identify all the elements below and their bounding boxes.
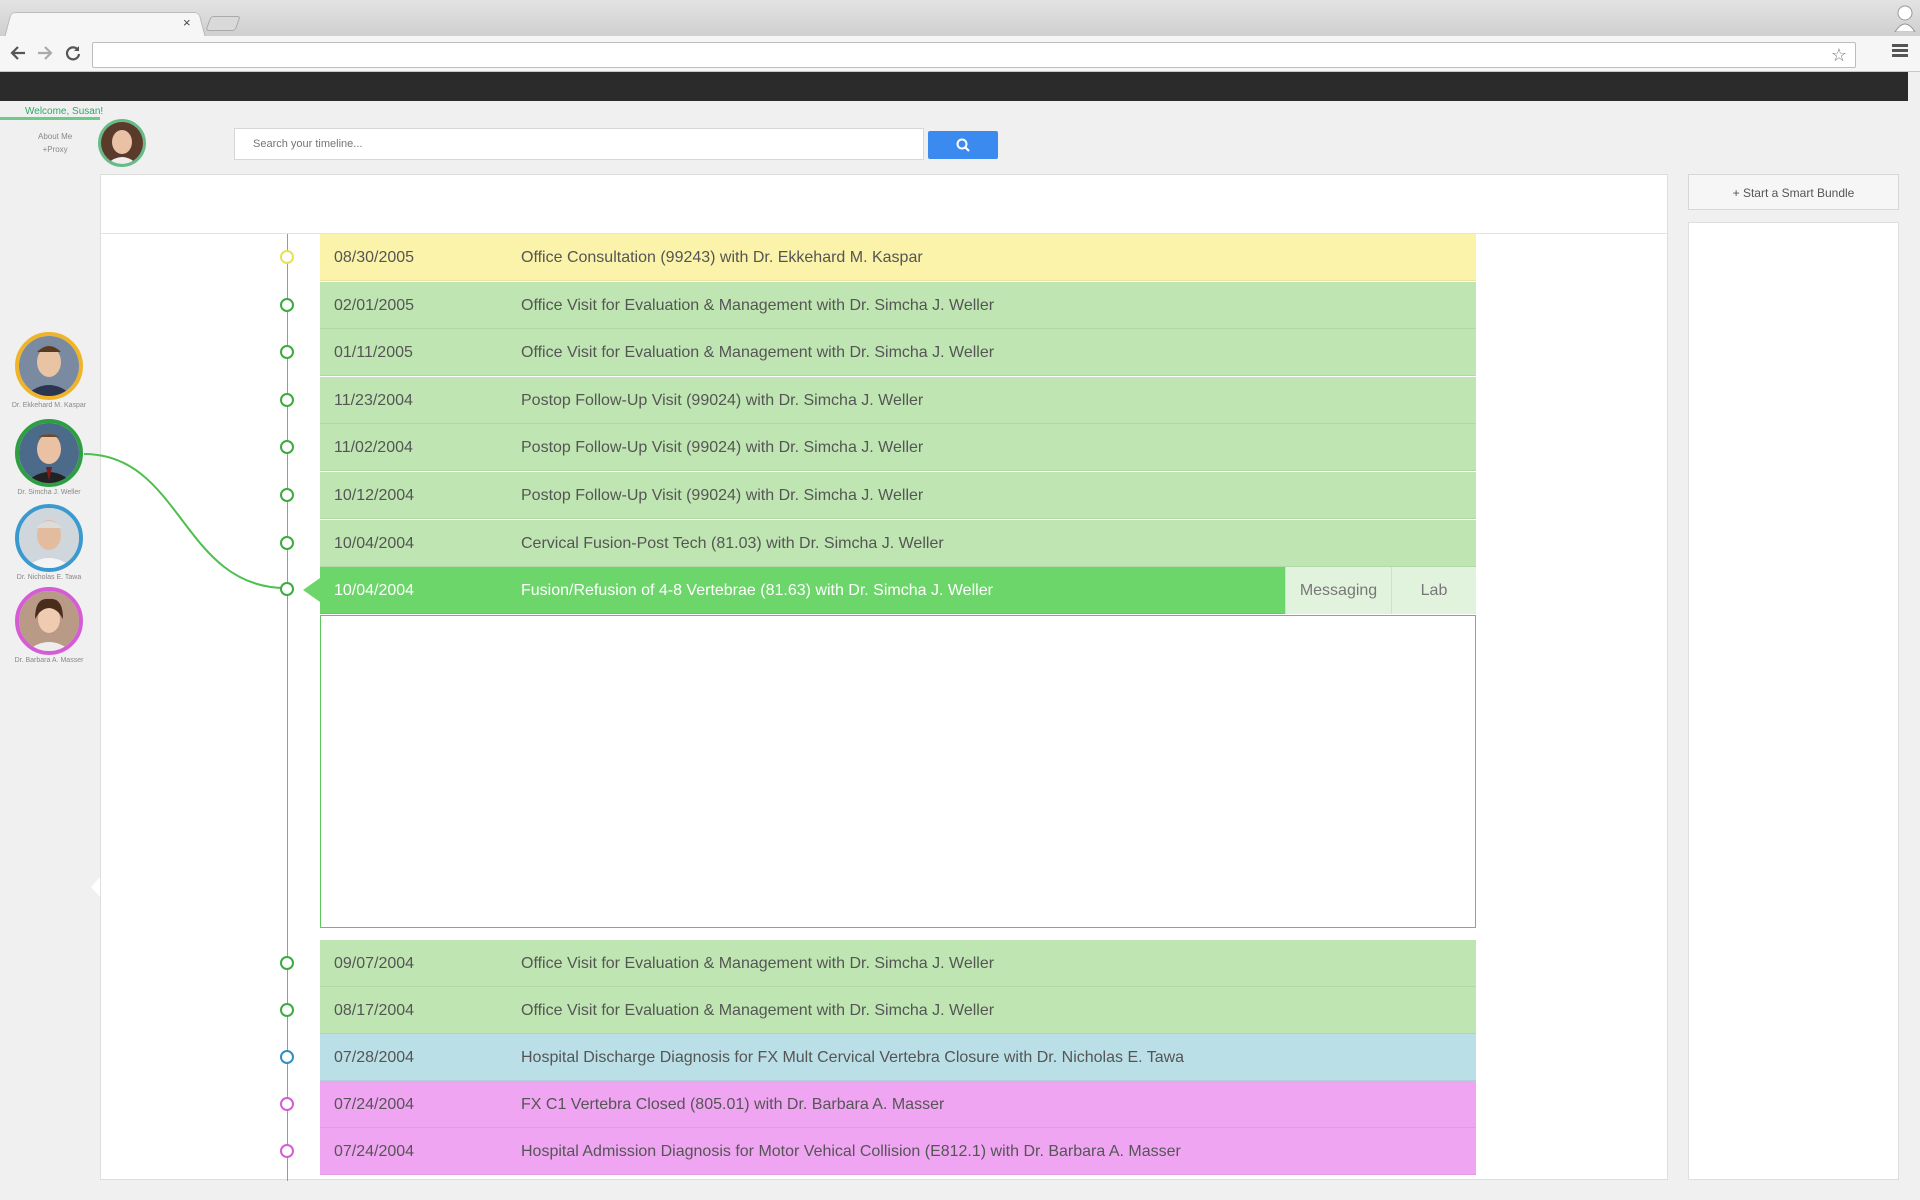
- forward-icon[interactable]: [35, 44, 55, 64]
- start-smart-bundle-button[interactable]: + Start a Smart Bundle: [1688, 174, 1899, 210]
- entry-description: Hospital Discharge Diagnosis for FX Mult…: [521, 1049, 1185, 1066]
- entry-description: Cervical Fusion-Post Tech (81.03) with D…: [521, 534, 944, 552]
- timeline-entry-active[interactable]: 10/04/2004 Fusion/Refusion of 4-8 Verteb…: [320, 567, 1476, 614]
- lab-tab[interactable]: Lab: [1391, 567, 1476, 614]
- entry-description: Postop Follow-Up Visit (99024) with Dr. …: [521, 439, 924, 457]
- entry-description: Office Consultation (99243) with Dr. Ekk…: [521, 249, 923, 266]
- entry-description: Postop Follow-Up Visit (99024) with Dr. …: [521, 391, 924, 409]
- welcome-underline: [0, 117, 100, 120]
- browser-toolbar: ☆: [0, 36, 1920, 72]
- welcome-text: Welcome, Susan!: [25, 106, 104, 117]
- entry-date: 08/17/2004: [334, 1002, 415, 1019]
- timeline-dot: [280, 297, 294, 312]
- doctor-masser[interactable]: Dr. Barbara A. Masser: [15, 587, 83, 664]
- entry-description: Fusion/Refusion of 4-8 Vertebrae (81.63)…: [521, 582, 993, 599]
- timeline-entry[interactable]: 01/11/2005 Office Visit for Evaluation & …: [320, 329, 1476, 377]
- timeline-dot: [280, 392, 294, 407]
- entry-date: 07/28/2004: [334, 1049, 415, 1066]
- timeline-axis: [287, 234, 288, 1181]
- timeline-entry[interactable]: 10/04/2004 Cervical Fusion-Post Tech (81.…: [320, 519, 1476, 567]
- active-dot: [280, 582, 294, 596]
- doctor-tawa[interactable]: Dr. Nicholas E. Tawa: [15, 504, 83, 581]
- entry-description: Postop Follow-Up Visit (99024) with Dr. …: [521, 487, 924, 504]
- doctor-photo: [15, 332, 83, 400]
- entry-date: 07/24/2004: [334, 1143, 415, 1160]
- search-icon: [956, 138, 970, 152]
- doctor-photo: [15, 419, 83, 487]
- entry-date: 07/24/2004: [334, 1096, 415, 1113]
- active-pointer: [303, 578, 320, 602]
- profile-icon[interactable]: [1894, 4, 1916, 32]
- browser-tabstrip: ×: [0, 0, 1920, 38]
- entry-date: 11/02/2004: [334, 439, 413, 457]
- timeline-dot: [280, 1097, 294, 1111]
- doctor-weller[interactable]: Dr. Simcha J. Weller: [15, 419, 83, 496]
- address-bar[interactable]: ☆: [92, 42, 1856, 68]
- entry-date: 10/04/2004: [334, 534, 415, 552]
- browser-tab[interactable]: [4, 12, 206, 38]
- entry-description: FX C1 Vertebra Closed (805.01) with Dr. …: [521, 1096, 945, 1113]
- about-me-link[interactable]: About Me: [38, 130, 72, 143]
- back-icon[interactable]: [8, 44, 28, 64]
- new-tab-button[interactable]: [205, 16, 241, 31]
- entry-date: 09/07/2004: [334, 955, 415, 972]
- smart-bundle-panel: [1688, 222, 1899, 1180]
- entry-description: Office Visit for Evaluation & Management…: [521, 955, 995, 972]
- messaging-tab[interactable]: Messaging: [1285, 567, 1391, 614]
- entry-description: Office Visit for Evaluation & Management…: [521, 344, 995, 362]
- doctor-kaspar[interactable]: Dr. Ekkehard M. Kaspar: [12, 332, 86, 409]
- doctor-name: Dr. Barbara A. Masser: [14, 657, 84, 664]
- entry-description: Office Visit for Evaluation & Management…: [521, 1002, 995, 1019]
- user-links: About Me +Proxy: [38, 130, 72, 156]
- entry-detail-panel: [320, 615, 1476, 928]
- timeline-dot: [280, 1003, 294, 1017]
- entry-date: 01/11/2005: [334, 344, 413, 362]
- doctor-photo: [15, 587, 83, 655]
- entry-date: 02/01/2005: [334, 296, 415, 314]
- star-icon[interactable]: ☆: [1831, 45, 1847, 66]
- timeline-dot: [280, 535, 294, 550]
- timeline-header: [101, 175, 1667, 234]
- entry-date: 10/12/2004: [334, 487, 415, 504]
- timeline-entry[interactable]: 08/17/2004 Office Visit for Evaluation & …: [320, 987, 1476, 1034]
- timeline-entry[interactable]: 10/12/2004 Postop Follow-Up Visit (99024)…: [320, 472, 1476, 519]
- timeline-entry[interactable]: 08/30/2005 Office Consultation (99243) wi…: [320, 234, 1476, 281]
- menu-icon[interactable]: [1892, 44, 1908, 58]
- avatar[interactable]: [98, 119, 146, 167]
- timeline-entry[interactable]: 02/01/2005 Office Visit for Evaluation & …: [320, 281, 1476, 329]
- reload-icon[interactable]: [63, 44, 83, 64]
- timeline-dot: [280, 250, 294, 264]
- search-input[interactable]: [234, 128, 924, 160]
- entry-date: 08/30/2005: [334, 249, 415, 266]
- tab-close-icon[interactable]: ×: [183, 15, 191, 30]
- timeline-dot: [280, 1050, 294, 1064]
- doctor-photo: [15, 504, 83, 572]
- timeline-entry[interactable]: 11/02/2004 Postop Follow-Up Visit (99024)…: [320, 424, 1476, 472]
- timeline-dot: [280, 956, 294, 970]
- app-topbar: [0, 72, 1908, 101]
- entry-date: 10/04/2004: [334, 582, 415, 599]
- timeline-entry[interactable]: 09/07/2004 Office Visit for Evaluation & …: [320, 940, 1476, 987]
- search-button[interactable]: [928, 131, 998, 159]
- doctor-connector: [83, 453, 287, 589]
- timeline-entry[interactable]: 11/23/2004 Postop Follow-Up Visit (99024)…: [320, 376, 1476, 424]
- timeline-entry[interactable]: 07/28/2004 Hospital Discharge Diagnosis f…: [320, 1034, 1476, 1081]
- timeline-entry[interactable]: 07/24/2004 Hospital Admission Diagnosis f…: [320, 1128, 1476, 1175]
- timeline-dot: [280, 488, 294, 502]
- proxy-link[interactable]: +Proxy: [38, 143, 72, 156]
- entry-description: Hospital Admission Diagnosis for Motor V…: [521, 1143, 1181, 1160]
- entry-date: 11/23/2004: [334, 391, 413, 409]
- timeline-dot: [280, 1144, 294, 1158]
- timeline-entry[interactable]: 07/24/2004 FX C1 Vertebra Closed (805.01)…: [320, 1081, 1476, 1128]
- doctor-name: Dr. Ekkehard M. Kaspar: [11, 402, 87, 409]
- entry-description: Office Visit for Evaluation & Management…: [521, 296, 995, 314]
